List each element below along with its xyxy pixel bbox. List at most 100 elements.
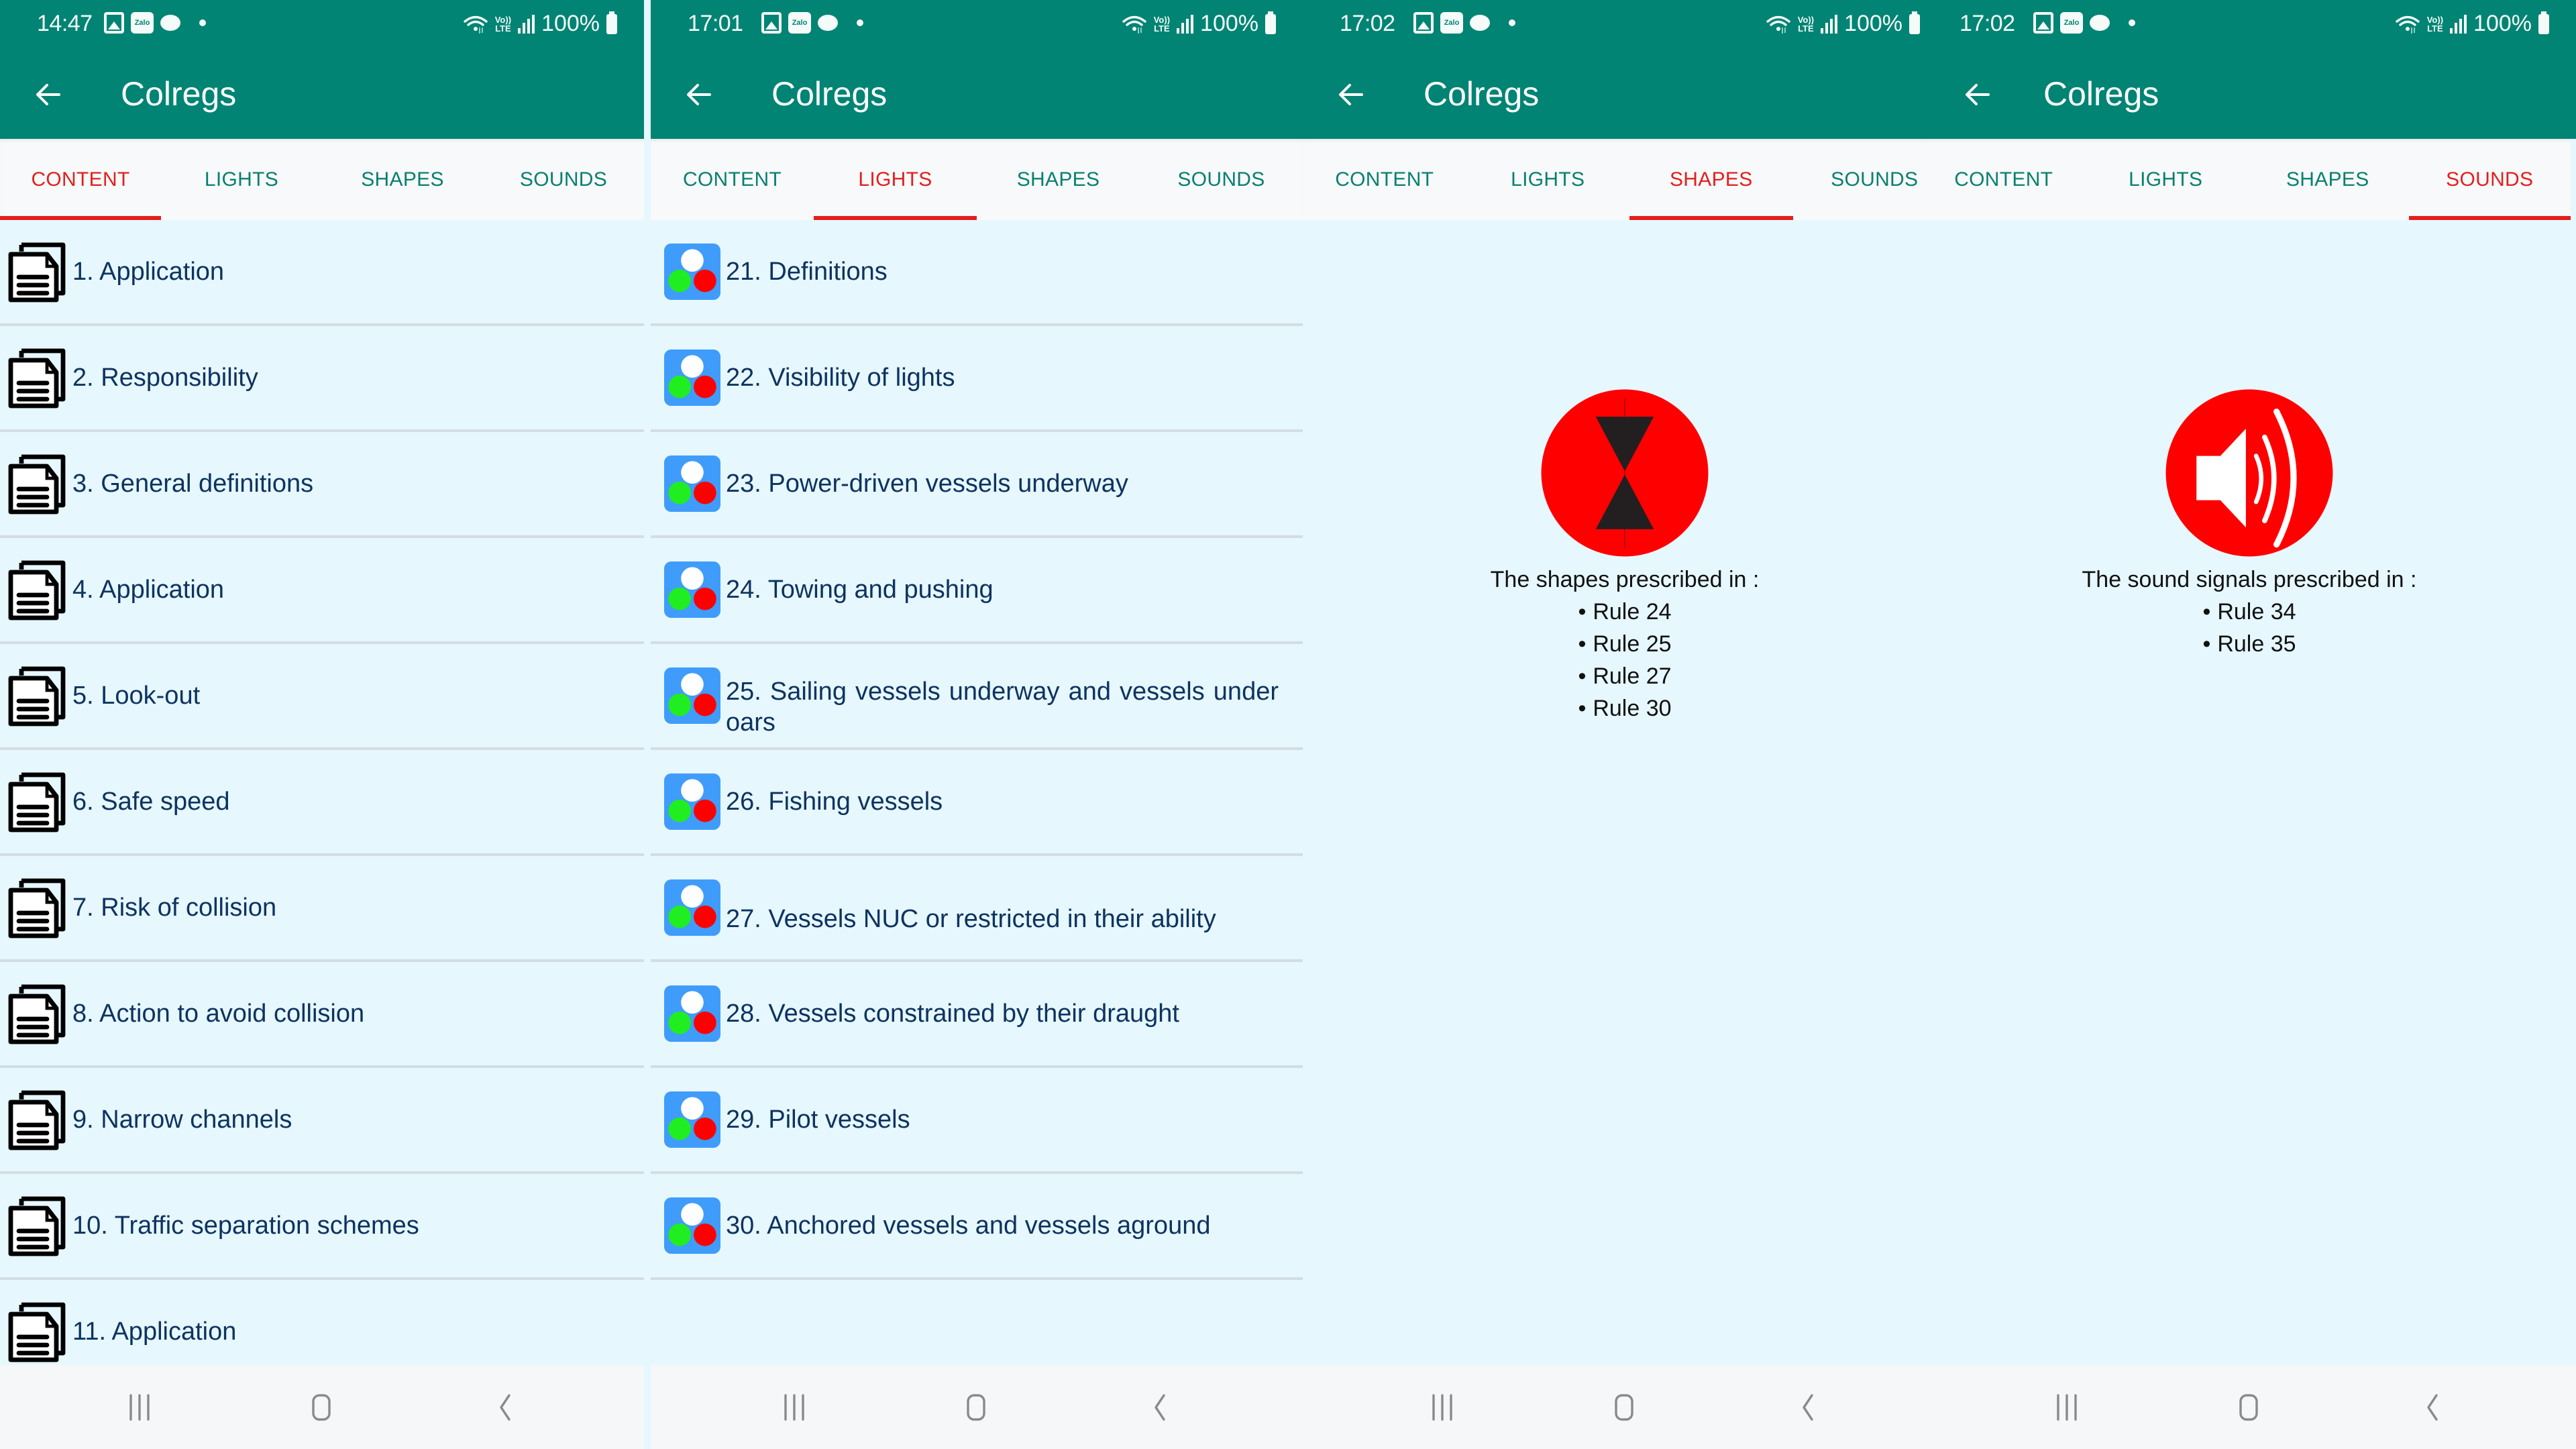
list-item[interactable]: 25. Sailing vessels underway and vessels… (651, 644, 1303, 750)
list-item[interactable]: 27. Vessels NUC or restricted in their a… (651, 856, 1303, 962)
list-item[interactable]: 8. Action to avoid collision (0, 962, 644, 1068)
list-item[interactable]: 7. Risk of collision (0, 856, 644, 962)
tab-shapes[interactable]: SHAPES (2247, 139, 2409, 220)
wifi-icon (1122, 15, 1146, 34)
tab-shapes[interactable]: SHAPES (977, 139, 1140, 220)
zalo-icon: Zalo (1440, 12, 1463, 34)
battery-percent: 100% (1200, 11, 1258, 36)
tab-lights[interactable]: LIGHTS (1466, 139, 1630, 220)
recent-apps-icon (784, 1393, 804, 1421)
back-button[interactable] (27, 73, 70, 116)
gallery-icon (761, 12, 782, 34)
status-time: 14:47 (37, 11, 93, 36)
list-item-label: 26. Fishing vessels (726, 788, 943, 816)
volte-icon: Vo)) LTE (2427, 15, 2443, 33)
rule-item: Rule 34 (2202, 596, 2296, 628)
tab-lights[interactable]: LIGHTS (814, 139, 977, 220)
tab-bar: CONTENT LIGHTS SHAPES SOUNDS (0, 139, 644, 220)
battery-icon (606, 11, 617, 34)
system-back-button[interactable] (1068, 1374, 1250, 1441)
rule-item: Rule 30 (1578, 692, 1671, 724)
document-icon (8, 560, 66, 621)
list-item[interactable]: 5. Look-out (0, 644, 644, 750)
list-item-label: 28. Vessels constrained by their draught (726, 1000, 1179, 1028)
tab-lights[interactable]: LIGHTS (2085, 139, 2247, 220)
list-item[interactable]: 23. Power-driven vessels underway (651, 432, 1303, 538)
tab-content[interactable]: CONTENT (1303, 139, 1466, 220)
list-item[interactable]: 10. Traffic separation schemes (0, 1174, 644, 1280)
back-button[interactable] (678, 73, 720, 116)
wifi-icon (464, 15, 488, 34)
list-item[interactable]: 24. Towing and pushing (651, 538, 1303, 644)
list-item-label: 4. Application (72, 576, 225, 604)
tab-sounds[interactable]: SOUNDS (1140, 139, 1303, 220)
chat-icon (1470, 15, 1490, 31)
list-item-label: 25. Sailing vessels underway and vessels… (726, 678, 1279, 737)
back-button[interactable] (1956, 73, 1999, 116)
list-item[interactable]: 6. Safe speed (0, 750, 644, 856)
navigation-lights-icon (664, 1197, 720, 1254)
recent-apps-button[interactable] (48, 1374, 231, 1441)
recent-apps-icon (1432, 1393, 1452, 1421)
home-button[interactable] (885, 1374, 1068, 1441)
document-icon (8, 772, 66, 833)
list-item-label: 1. Application (72, 258, 225, 286)
tab-sounds[interactable]: SOUNDS (2408, 139, 2571, 220)
tab-content[interactable]: CONTENT (0, 139, 161, 220)
status-time: 17:02 (1960, 11, 2015, 36)
list-item[interactable]: 22. Visibility of lights (651, 326, 1303, 432)
battery-percent: 100% (2473, 11, 2532, 36)
list-item[interactable]: 3. General definitions (0, 432, 644, 538)
tab-content[interactable]: CONTENT (1923, 139, 2085, 220)
recent-apps-button[interactable] (703, 1374, 885, 1441)
home-button[interactable] (231, 1374, 413, 1441)
system-nav-bar (1303, 1365, 1947, 1449)
rule-item: Rule 25 (1578, 628, 1671, 660)
list-item[interactable]: 9. Narrow channels (0, 1068, 644, 1174)
list-item[interactable]: 30. Anchored vessels and vessels aground (651, 1174, 1303, 1280)
list-item[interactable]: 11. Application (0, 1280, 644, 1365)
sounds-info: The sound signals prescribed in : Rule 3… (1923, 388, 2576, 660)
tab-sounds[interactable]: SOUNDS (483, 139, 644, 220)
recent-apps-button[interactable] (1976, 1374, 2158, 1441)
signal-icon (2450, 14, 2467, 34)
lte-label: LTE (2427, 23, 2443, 34)
app-bar: Colregs (1303, 50, 1947, 139)
notification-icons: Zalo (2033, 12, 2135, 34)
signal-icon (1821, 14, 1838, 34)
tab-shapes[interactable]: SHAPES (1629, 139, 1793, 220)
wifi-icon (1766, 15, 1790, 34)
recent-apps-button[interactable] (1351, 1374, 1534, 1441)
list-item[interactable]: 2. Responsibility (0, 326, 644, 432)
list-item[interactable]: 1. Application (0, 220, 644, 326)
list-item-label: 30. Anchored vessels and vessels aground (726, 1212, 1211, 1240)
system-back-button[interactable] (2341, 1374, 2523, 1441)
list-item[interactable]: 26. Fishing vessels (651, 750, 1303, 856)
system-nav-bar (1923, 1365, 2576, 1449)
tab-content[interactable]: CONTENT (651, 139, 814, 220)
dot-icon (199, 19, 206, 26)
arrow-left-icon (1966, 84, 1990, 105)
home-button[interactable] (2158, 1374, 2341, 1441)
app-bar: Colregs (0, 50, 644, 139)
list-item[interactable]: 21. Definitions (651, 220, 1303, 326)
list-item[interactable]: 29. Pilot vessels (651, 1068, 1303, 1174)
document-icon (8, 1090, 66, 1150)
chat-icon (160, 15, 180, 31)
tab-shapes[interactable]: SHAPES (322, 139, 483, 220)
system-back-button[interactable] (1716, 1374, 1898, 1441)
system-back-button[interactable] (413, 1374, 596, 1441)
chat-icon (2090, 15, 2110, 31)
list-item[interactable]: 28. Vessels constrained by their draught (651, 962, 1303, 1068)
tab-lights[interactable]: LIGHTS (161, 139, 322, 220)
dot-icon (857, 19, 863, 26)
hourglass-shapes-icon (1541, 389, 1709, 557)
gallery-icon (104, 12, 124, 34)
list-item[interactable]: 4. Application (0, 538, 644, 644)
notification-icons: Zalo (761, 12, 863, 34)
status-bar: 17:02 Zalo Vo)) LTE 100% (1923, 0, 2576, 50)
home-button[interactable] (1534, 1374, 1716, 1441)
screenshot-collage: 14:47 Zalo Vo)) LTE 100% Colregs CONTENT… (0, 0, 2576, 1449)
back-button[interactable] (1330, 73, 1373, 116)
list-item-label: 29. Pilot vessels (726, 1106, 910, 1134)
